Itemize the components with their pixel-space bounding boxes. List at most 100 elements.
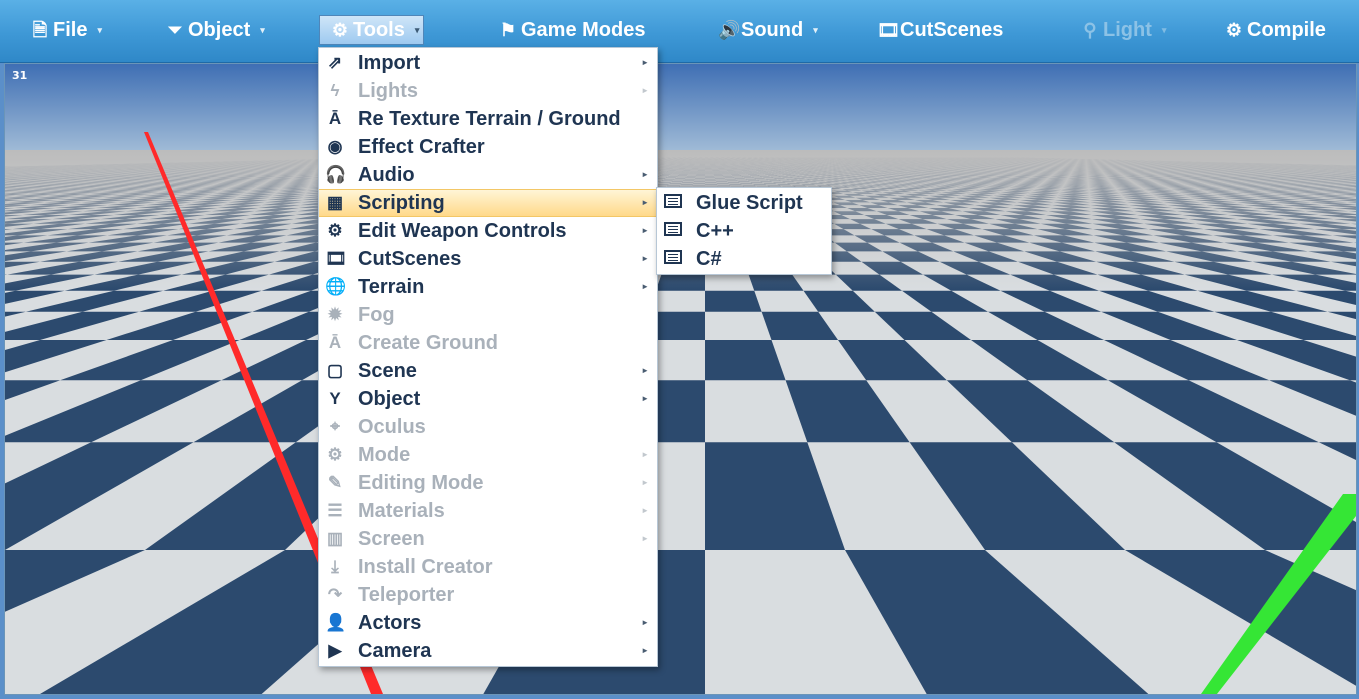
menu-item-label: Effect Crafter	[358, 136, 485, 158]
menubar-label: CutScenes	[900, 19, 1004, 41]
square-icon: ▢	[326, 361, 344, 380]
tools-menu-item-actors[interactable]: 👤 Actors ►	[319, 609, 657, 637]
menu-bar: 🗎 File ▾ ⏷ Object ▾ ⚙ Tools ▾ ⚑ Game Modes 🔊 Sound ▾ 🎞…	[0, 0, 1359, 63]
tools-menu-item-terrain[interactable]: 🌐 Terrain ►	[319, 273, 657, 301]
menu-item-label: Terrain	[358, 276, 425, 298]
bolt-icon: ϟ	[330, 81, 340, 100]
submenu-arrow-icon: ►	[641, 394, 649, 403]
tools-menu-item-scene[interactable]: ▢ Scene ►	[319, 357, 657, 385]
globe-icon: 🌐	[325, 277, 347, 296]
3d-viewport[interactable]: 31	[4, 63, 1357, 695]
menu-item-label: Object	[358, 388, 421, 410]
menubar-file[interactable]: 🗎 File ▾	[30, 15, 102, 45]
list-alt-icon	[663, 221, 683, 241]
menu-item-label: Create Ground	[358, 332, 499, 354]
submenu-arrow-icon: ►	[641, 86, 649, 95]
scripting-item-glue-script[interactable]: Glue Script	[657, 189, 831, 217]
tools-menu: ⇗ Import ► ϟ Lights ► Ā Re Texture Terrain / Gr…	[318, 47, 658, 667]
menubar-label: File	[53, 19, 88, 41]
submenu-arrow-icon: ►	[641, 478, 649, 487]
road-icon: Ā	[328, 333, 342, 352]
scripting-item-csharp[interactable]: C#	[657, 245, 831, 273]
submenu-arrow-icon: ►	[641, 58, 649, 67]
menu-item-label: Scene	[358, 360, 417, 382]
tools-menu-item-camera[interactable]: ▶ Camera ►	[319, 637, 657, 665]
cog-icon: ⚙	[327, 445, 343, 464]
menubar-label: Object	[188, 19, 251, 41]
menubar-label: Light	[1103, 19, 1152, 41]
submenu-arrow-icon: ►	[641, 506, 649, 515]
menu-item-label: Edit Weapon Controls	[358, 220, 567, 242]
tools-menu-item-editing-mode: ✎ Editing Mode ►	[319, 469, 657, 497]
submenu-arrow-icon: ►	[641, 646, 649, 655]
menubar-cutscenes[interactable]: 🎞 CutScenes	[877, 15, 1003, 45]
tools-menu-item-cutscenes[interactable]: 🎞 CutScenes ►	[319, 245, 657, 273]
table-icon: ▦	[326, 193, 344, 212]
scripting-submenu: Glue Script C++ C#	[656, 187, 832, 275]
list-alt-icon	[663, 193, 683, 213]
menu-item-label: Fog	[358, 304, 395, 326]
speaker-icon: 🔊	[718, 20, 741, 40]
caret-down-icon: ▾	[1161, 25, 1167, 35]
lightbulb-icon: ⚲	[1083, 20, 1097, 40]
tools-menu-item-teleporter: ↷ Teleporter	[319, 581, 657, 609]
submenu-arrow-icon: ►	[641, 170, 649, 179]
menu-item-label: Screen	[358, 528, 425, 550]
menu-item-label: C++	[696, 220, 734, 242]
menubar-object[interactable]: ⏷ Object ▾	[165, 15, 265, 45]
menu-item-label: Audio	[358, 164, 415, 186]
crosshair-icon: ⌖	[330, 417, 340, 436]
tools-menu-item-import[interactable]: ⇗ Import ►	[319, 49, 657, 77]
tools-menu-item-object[interactable]: Y Object ►	[319, 385, 657, 413]
bar-chart-icon: ▥	[326, 529, 344, 548]
tools-menu-item-edit-weapon-controls[interactable]: ⚙ Edit Weapon Controls ►	[319, 217, 657, 245]
pencil-icon: ✎	[327, 473, 343, 492]
film-icon: 🎞	[325, 249, 347, 268]
filter-icon: Y	[329, 389, 341, 408]
menu-item-label: Editing Mode	[358, 472, 484, 494]
submenu-arrow-icon: ►	[641, 226, 649, 235]
tools-menu-item-scripting[interactable]: ▦ Scripting ►	[319, 189, 657, 217]
submenu-arrow-icon: ►	[641, 282, 649, 291]
headphones-icon: 🎧	[325, 165, 347, 184]
list-alt-icon	[663, 249, 683, 269]
tools-menu-item-lights: ϟ Lights ►	[319, 77, 657, 105]
menu-item-label: Mode	[358, 444, 411, 466]
flag-icon: ⚑	[499, 20, 517, 40]
filter-icon: ⏷	[167, 20, 183, 40]
gear-icon: ⚙	[1225, 20, 1243, 40]
submenu-arrow-icon: ►	[641, 254, 649, 263]
submenu-arrow-icon: ►	[641, 198, 649, 207]
tools-menu-item-materials: ☰ Materials ►	[319, 497, 657, 525]
scene-canvas[interactable]	[5, 64, 1356, 694]
menu-item-label: Re Texture Terrain / Ground	[358, 108, 621, 130]
file-icon: 🗎	[32, 20, 48, 40]
tools-menu-item-oculus: ⌖ Oculus	[319, 413, 657, 441]
menu-item-label: Materials	[358, 500, 445, 522]
tools-menu-item-re-texture-terrain-ground[interactable]: Ā Re Texture Terrain / Ground	[319, 105, 657, 133]
menubar-light[interactable]: ⚲ Light ▾	[1080, 15, 1166, 45]
road-icon: Ā	[328, 109, 342, 128]
menubar-game-modes[interactable]: ⚑ Game Modes	[498, 15, 646, 45]
menu-item-label: Lights	[358, 80, 418, 102]
caret-down-icon: ▾	[813, 25, 818, 35]
menubar-sound[interactable]: 🔊 Sound ▾	[718, 15, 818, 45]
tools-menu-item-install-creator: ⤓ Install Creator	[319, 553, 657, 581]
menu-item-label: C#	[696, 248, 722, 270]
menu-item-label: Import	[358, 52, 421, 74]
scripting-item-cpp[interactable]: C++	[657, 217, 831, 245]
eye-icon: ◉	[327, 137, 343, 156]
certificate-icon: ✹	[327, 305, 343, 324]
download-icon: ⤓	[331, 557, 339, 576]
menubar-label: Compile	[1247, 19, 1326, 41]
user-icon: 👤	[325, 613, 347, 632]
tools-menu-item-audio[interactable]: 🎧 Audio ►	[319, 161, 657, 189]
gears-icon: ⚙	[331, 20, 349, 40]
tools-menu-item-effect-crafter[interactable]: ◉ Effect Crafter	[319, 133, 657, 161]
menubar-tools[interactable]: ⚙ Tools ▾	[319, 15, 425, 45]
menu-item-label: Teleporter	[358, 584, 455, 606]
fps-counter: 31	[12, 69, 28, 82]
submenu-arrow-icon: ►	[641, 450, 649, 459]
menubar-compile[interactable]: ⚙ Compile	[1224, 15, 1326, 45]
tools-menu-item-create-ground: Ā Create Ground	[319, 329, 657, 357]
